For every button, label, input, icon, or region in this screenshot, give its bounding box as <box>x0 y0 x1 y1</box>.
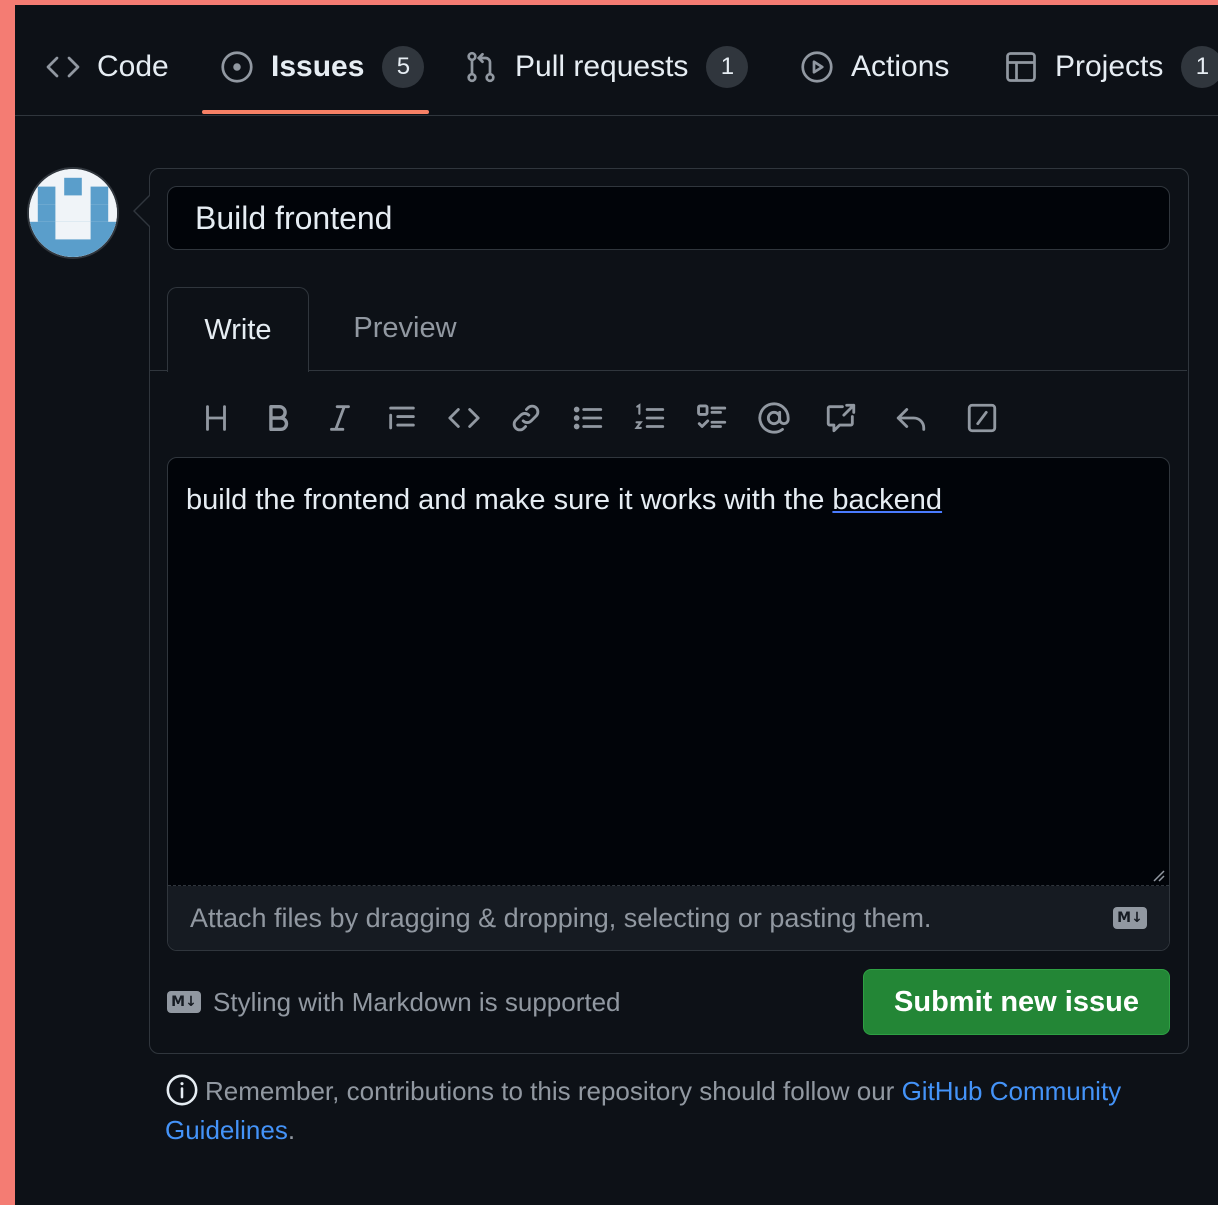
info-icon <box>165 1073 199 1107</box>
markdown-icon: M↓ <box>167 991 201 1013</box>
active-tab-underline <box>202 110 429 114</box>
projects-counter: 1 <box>1181 46 1218 88</box>
issue-body-textarea[interactable]: build the frontend and make sure it work… <box>168 458 1169 886</box>
issue-body-editor: build the frontend and make sure it work… <box>167 457 1170 951</box>
quote-icon <box>389 406 415 430</box>
bold-icon <box>269 404 289 432</box>
tab-actions[interactable]: Actions <box>799 37 949 97</box>
slash-commands-button[interactable] <box>945 390 1019 446</box>
tab-write[interactable]: Write <box>167 287 309 372</box>
identicon-icon <box>29 169 117 257</box>
resize-handle-icon[interactable] <box>1149 866 1165 882</box>
bold-button[interactable] <box>247 390 309 446</box>
ordered-list-icon <box>634 403 665 429</box>
quote-button[interactable] <box>371 390 433 446</box>
code-icon <box>45 49 81 85</box>
unordered-list-button[interactable] <box>557 390 619 446</box>
cross-reference-button[interactable] <box>805 390 877 446</box>
reply-button[interactable] <box>877 390 945 446</box>
markdown-toolbar <box>185 390 1019 446</box>
tab-code-label: Code <box>97 50 169 83</box>
slash-commands-icon <box>967 403 997 433</box>
italic-button[interactable] <box>309 390 371 446</box>
notice-text: Remember, contributions to this reposito… <box>205 1076 902 1106</box>
app-frame: Code Issues 5 Pull requests 1 Actions Pr… <box>15 5 1218 1205</box>
editor-tabs: Write Preview <box>150 287 1187 372</box>
italic-icon <box>330 405 350 431</box>
tab-issues-label: Issues <box>271 50 365 83</box>
code-button[interactable] <box>433 390 495 446</box>
attach-files-text: Attach files by dragging & dropping, sel… <box>190 902 932 933</box>
link-button[interactable] <box>495 390 557 446</box>
form-footer: M↓ Styling with Markdown is supported Su… <box>167 969 1170 1035</box>
task-list-icon <box>697 404 727 428</box>
tab-pull-requests[interactable]: Pull requests 1 <box>463 37 749 97</box>
play-icon <box>799 49 835 85</box>
tab-pull-requests-label: Pull requests <box>515 50 689 83</box>
submit-new-issue-button[interactable]: Submit new issue <box>863 969 1170 1035</box>
issue-body-flagged-word: backend <box>832 484 943 516</box>
repo-nav: Code Issues 5 Pull requests 1 Actions Pr… <box>15 5 1218 116</box>
mention-icon <box>758 402 790 434</box>
attach-files-bar[interactable]: Attach files by dragging & dropping, sel… <box>168 886 1169 950</box>
issue-body-text: build the frontend and make sure it work… <box>186 484 833 516</box>
reply-icon <box>896 408 926 431</box>
avatar[interactable] <box>27 167 119 259</box>
tab-issues[interactable]: Issues 5 <box>219 37 425 97</box>
tab-projects-label: Projects <box>1055 50 1164 83</box>
tab-preview[interactable]: Preview <box>340 287 470 370</box>
tab-projects[interactable]: Projects 1 <box>1003 37 1218 97</box>
tab-code[interactable]: Code <box>45 37 169 97</box>
issue-opened-icon <box>219 49 255 85</box>
code-icon <box>448 408 480 428</box>
cross-reference-icon <box>826 403 856 433</box>
ordered-list-button[interactable] <box>619 390 681 446</box>
issues-counter: 5 <box>382 46 425 88</box>
tab-actions-label: Actions <box>851 50 950 83</box>
mention-button[interactable] <box>743 390 805 446</box>
markdown-icon: M↓ <box>1113 907 1147 929</box>
pull-requests-counter: 1 <box>706 46 749 88</box>
link-icon <box>512 404 540 432</box>
notice-suffix: . <box>287 1115 296 1145</box>
unordered-list-icon <box>573 406 603 430</box>
heading-button[interactable] <box>185 390 247 446</box>
table-icon <box>1003 49 1039 85</box>
git-pull-request-icon <box>463 49 499 85</box>
markdown-hint-link[interactable]: M↓ Styling with Markdown is supported <box>167 987 621 1018</box>
heading-icon <box>206 405 226 431</box>
markdown-hint-text: Styling with Markdown is supported <box>213 986 621 1017</box>
contribution-notice: Remember, contributions to this reposito… <box>165 1072 1165 1150</box>
issue-title-input[interactable]: Build frontend <box>167 186 1170 250</box>
task-list-button[interactable] <box>681 390 743 446</box>
